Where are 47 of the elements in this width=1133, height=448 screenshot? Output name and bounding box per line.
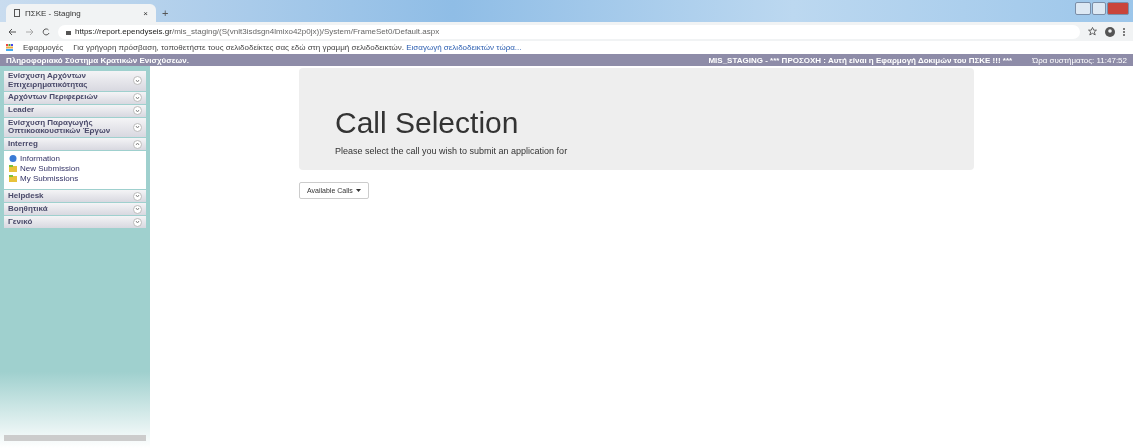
system-clock: Ώρα συστήματος: 11:47:52 (1032, 55, 1127, 65)
sidebar-section[interactable]: Ενίσχυση Παραγωγής Οπτικοακουστικών Έργων (4, 117, 146, 138)
expand-icon (135, 220, 140, 225)
forward-icon[interactable] (25, 27, 34, 36)
sidebar-link[interactable]: My Submissions (9, 174, 141, 184)
expand-icon (135, 125, 140, 130)
sidebar-section[interactable]: Αρχόντων Περιφερειών (4, 91, 146, 104)
expand-icon (135, 95, 140, 100)
browser-tab[interactable]: ΠΣΚΕ - Staging × (6, 4, 156, 22)
info-icon (9, 155, 17, 163)
expand-icon (135, 78, 140, 83)
expand-icon (135, 194, 140, 199)
page-icon (14, 9, 20, 17)
tab-title: ΠΣΚΕ - Staging (25, 8, 82, 18)
expand-icon (135, 108, 140, 113)
minimize-button[interactable] (1075, 2, 1091, 15)
collapse-icon (135, 142, 140, 147)
staging-warning: MIS_STAGING - *** ΠΡΟΣΟΧΗ : Αυτή είναι η Εφαρμογή Δοκιμών του ΠΣΚΕ !!! *** (708, 55, 1013, 65)
sidebar-section[interactable]: Γενικό (4, 216, 146, 229)
star-icon[interactable] (1088, 27, 1097, 36)
new-tab-button[interactable]: + (162, 7, 169, 19)
apps-link[interactable]: Εφαρμογές (23, 43, 64, 52)
account-icon[interactable] (1105, 26, 1115, 37)
expand-icon (135, 207, 140, 212)
app-title: Πληροφοριακό Σύστημα Κρατικών Ενισχύσεων. (6, 55, 189, 65)
folder-icon (9, 165, 17, 173)
close-icon[interactable]: × (143, 8, 148, 18)
back-icon[interactable] (8, 27, 17, 36)
scrollbar[interactable] (4, 435, 146, 441)
sidebar-link[interactable]: New Submission (9, 164, 141, 174)
sidebar-section[interactable]: Leader (4, 104, 146, 117)
sidebar-section[interactable]: Ενίσχυση Αρχόντων Επιχειρηματικότητας (4, 71, 146, 91)
sidebar-section[interactable]: Βοηθητικά (4, 203, 146, 216)
sidebar-section[interactable]: Helpdesk (4, 190, 146, 203)
folder-icon (9, 175, 17, 183)
import-bookmarks-link[interactable]: Εισαγωγή σελιδοδεικτών τώρα... (406, 43, 522, 52)
reload-icon[interactable] (42, 27, 50, 36)
caret-icon (355, 189, 361, 192)
bookmarks-hint: Για γρήγορη πρόσβαση, τοποθετήστε τους σελιδοδείκτες σας εδώ στη γραμμή σελιδοδεικτών. Εισαγωγή σελιδοδεικτών τώρα... (73, 43, 522, 52)
sidebar-section[interactable]: Interreg (4, 138, 146, 151)
sidebar-link[interactable]: Information (9, 154, 141, 164)
apps-icon[interactable] (6, 44, 13, 51)
page-heading: Call Selection (335, 106, 520, 140)
maximize-button[interactable] (1092, 2, 1106, 15)
page-subtitle: Please select the call you wish to submit an application for (335, 146, 569, 156)
address-bar[interactable]: https://report.ependyseis.gr/mis_staging/(S(vnlt3isdsgn4lmixo42p0jx))/System/FrameSet0/Default.aspx (58, 24, 1080, 39)
url-text: https://report.ependyseis.gr/mis_staging/(S(vnlt3isdsgn4lmixo42p0jx))/System/FrameSet0/Default.aspx (75, 27, 440, 36)
